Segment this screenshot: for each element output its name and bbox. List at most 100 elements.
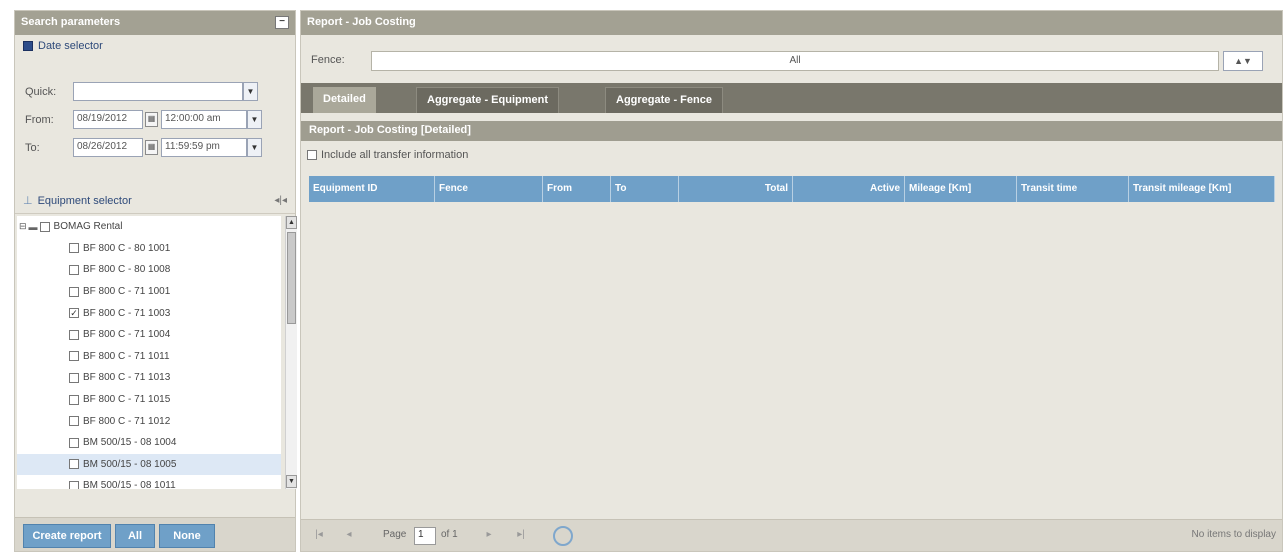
quick-select[interactable] bbox=[73, 82, 243, 101]
from-date-input[interactable]: 08/19/2012 bbox=[73, 110, 143, 129]
chevron-down-icon[interactable]: ▼ bbox=[247, 110, 262, 129]
search-parameters-header: Search parameters − bbox=[15, 11, 295, 35]
folder-icon: ▬ bbox=[28, 221, 38, 232]
col-total[interactable]: Total bbox=[679, 176, 793, 202]
fence-row: Fence: All ▲▼ bbox=[301, 47, 1282, 73]
page-label: Page bbox=[383, 529, 407, 540]
tree-item[interactable]: BM 500/15 - 08 1004 bbox=[17, 432, 281, 454]
report-panel-title: Report - Job Costing bbox=[307, 16, 416, 28]
tab-aggregate-fence[interactable]: Aggregate - Fence bbox=[605, 87, 723, 113]
tree-item[interactable]: BF 800 C - 71 1011 bbox=[17, 346, 281, 368]
equipment-checkbox[interactable] bbox=[69, 329, 79, 340]
equipment-checkbox[interactable] bbox=[69, 394, 79, 405]
report-panel: Report - Job Costing Fence: All ▲▼ Detai… bbox=[300, 10, 1283, 552]
tree-root-label: BOMAG Rental bbox=[53, 221, 123, 233]
first-page-icon[interactable]: |◂ bbox=[311, 529, 327, 543]
grid-header: Equipment ID Fence From To Total Active … bbox=[309, 176, 1275, 202]
report-subheader-title: Report - Job Costing [Detailed] bbox=[309, 124, 471, 136]
root-checkbox[interactable] bbox=[39, 221, 50, 232]
equipment-label: BM 500/15 - 08 1005 bbox=[83, 458, 177, 470]
from-label: From: bbox=[25, 114, 54, 126]
include-transfer-row[interactable]: Include all transfer information bbox=[307, 149, 468, 161]
tree-item[interactable]: BM 500/15 - 08 1005 bbox=[17, 453, 281, 476]
calendar-picker-icon[interactable]: ▦ bbox=[145, 112, 158, 127]
equipment-checkbox[interactable] bbox=[69, 286, 79, 297]
equipment-checkbox[interactable] bbox=[69, 264, 79, 275]
tree-item[interactable]: BF 800 C - 80 1001 bbox=[17, 238, 281, 260]
select-none-button[interactable]: None bbox=[159, 524, 215, 548]
equipment-checkbox[interactable] bbox=[69, 416, 79, 427]
equipment-selector-header: ⊥ Equipment selector ◂|◂ bbox=[15, 188, 295, 214]
equipment-checkbox[interactable] bbox=[69, 480, 79, 489]
tree-item[interactable]: BF 800 C - 71 1004 bbox=[17, 324, 281, 346]
scroll-down-icon[interactable]: ▼ bbox=[286, 475, 297, 488]
create-report-button[interactable]: Create report bbox=[23, 524, 111, 548]
col-transit-time[interactable]: Transit time bbox=[1017, 176, 1129, 202]
last-page-icon[interactable]: ▸| bbox=[513, 529, 529, 543]
from-row: From: 08/19/2012 ▦ 12:00:00 am ▼ bbox=[15, 109, 295, 131]
report-header: Report - Job Costing bbox=[301, 11, 1282, 35]
fence-options-icon[interactable]: ▲▼ bbox=[1223, 51, 1263, 71]
search-parameters-title: Search parameters bbox=[21, 16, 121, 28]
col-transit-mileage[interactable]: Transit mileage [Km] bbox=[1129, 176, 1275, 202]
include-transfer-checkbox[interactable] bbox=[307, 150, 317, 160]
calendar-icon bbox=[23, 41, 33, 51]
page-input[interactable]: 1 bbox=[414, 527, 436, 545]
col-mileage[interactable]: Mileage [Km] bbox=[905, 176, 1017, 202]
tree-item[interactable]: ✓ BF 800 C - 71 1003 bbox=[17, 302, 281, 324]
tab-detailed[interactable]: Detailed bbox=[313, 87, 376, 113]
fence-select[interactable]: All bbox=[371, 51, 1219, 71]
pager: |◂ ◂ Page 1 of 1 ▸ ▸| No items to displa… bbox=[301, 519, 1282, 551]
tree-item[interactable]: BF 800 C - 71 1013 bbox=[17, 367, 281, 389]
equipment-checkbox[interactable] bbox=[69, 437, 79, 448]
tree-icon: ⊥ bbox=[23, 195, 33, 207]
equipment-checkbox[interactable] bbox=[69, 459, 79, 470]
calendar-picker-icon[interactable]: ▦ bbox=[145, 140, 158, 155]
equipment-label: BF 800 C - 71 1011 bbox=[83, 350, 170, 362]
to-label: To: bbox=[25, 142, 40, 154]
next-page-icon[interactable]: ▸ bbox=[481, 529, 497, 543]
equipment-checkbox[interactable] bbox=[69, 243, 79, 254]
col-active[interactable]: Active bbox=[793, 176, 905, 202]
search-parameters-panel: Search parameters − Date selector Quick:… bbox=[14, 10, 297, 552]
col-from[interactable]: From bbox=[543, 176, 611, 202]
fence-label: Fence: bbox=[311, 54, 345, 66]
no-items-label: No items to display bbox=[1191, 529, 1276, 540]
scroll-up-icon[interactable]: ▲ bbox=[286, 216, 297, 229]
col-equipment-id[interactable]: Equipment ID bbox=[309, 176, 435, 202]
select-all-button[interactable]: All bbox=[115, 524, 155, 548]
col-to[interactable]: To bbox=[611, 176, 679, 202]
equipment-checkbox[interactable]: ✓ bbox=[69, 308, 79, 319]
equipment-checkbox[interactable] bbox=[69, 372, 79, 383]
tree-item[interactable]: BM 500/15 - 08 1011 bbox=[17, 475, 281, 489]
tree-item[interactable]: BF 800 C - 71 1015 bbox=[17, 389, 281, 411]
collapse-tree-icon[interactable]: ◂|◂ bbox=[274, 195, 287, 206]
equipment-label: BF 800 C - 71 1012 bbox=[83, 415, 171, 427]
to-time-input[interactable]: 11:59:59 pm bbox=[161, 138, 247, 157]
refresh-icon[interactable] bbox=[553, 526, 573, 546]
expand-icon[interactable]: ⊟ bbox=[19, 221, 27, 232]
equipment-label: BM 500/15 - 08 1004 bbox=[83, 437, 177, 449]
tree-root[interactable]: ⊟ ▬ BOMAG Rental bbox=[17, 216, 281, 238]
chevron-down-icon[interactable]: ▼ bbox=[243, 82, 258, 101]
prev-page-icon[interactable]: ◂ bbox=[341, 529, 357, 543]
to-date-input[interactable]: 08/26/2012 bbox=[73, 138, 143, 157]
equipment-label: BM 500/15 - 08 1011 bbox=[83, 480, 176, 489]
equipment-label: BF 800 C - 80 1008 bbox=[83, 264, 171, 276]
tree-scrollbar[interactable]: ▲ ▼ bbox=[285, 216, 297, 489]
equipment-checkbox[interactable] bbox=[69, 351, 79, 362]
chevron-down-icon[interactable]: ▼ bbox=[247, 138, 262, 157]
tree-item[interactable]: BF 800 C - 71 1012 bbox=[17, 410, 281, 432]
minus-icon[interactable]: − bbox=[275, 16, 289, 29]
tree-item[interactable]: BF 800 C - 71 1001 bbox=[17, 281, 281, 303]
equipment-tree: ⊟ ▬ BOMAG Rental BF 800 C - 80 1001 BF 80… bbox=[17, 216, 281, 489]
equipment-label: BF 800 C - 71 1015 bbox=[83, 394, 171, 406]
quick-label: Quick: bbox=[25, 86, 57, 98]
tree-item[interactable]: BF 800 C - 80 1008 bbox=[17, 259, 281, 281]
tab-aggregate-equipment[interactable]: Aggregate - Equipment bbox=[416, 87, 560, 113]
col-fence[interactable]: Fence bbox=[435, 176, 543, 202]
include-transfer-label: Include all transfer information bbox=[321, 149, 469, 161]
scroll-thumb[interactable] bbox=[287, 232, 296, 324]
from-time-input[interactable]: 12:00:00 am bbox=[161, 110, 247, 129]
equipment-label: BF 800 C - 71 1001 bbox=[83, 286, 171, 298]
